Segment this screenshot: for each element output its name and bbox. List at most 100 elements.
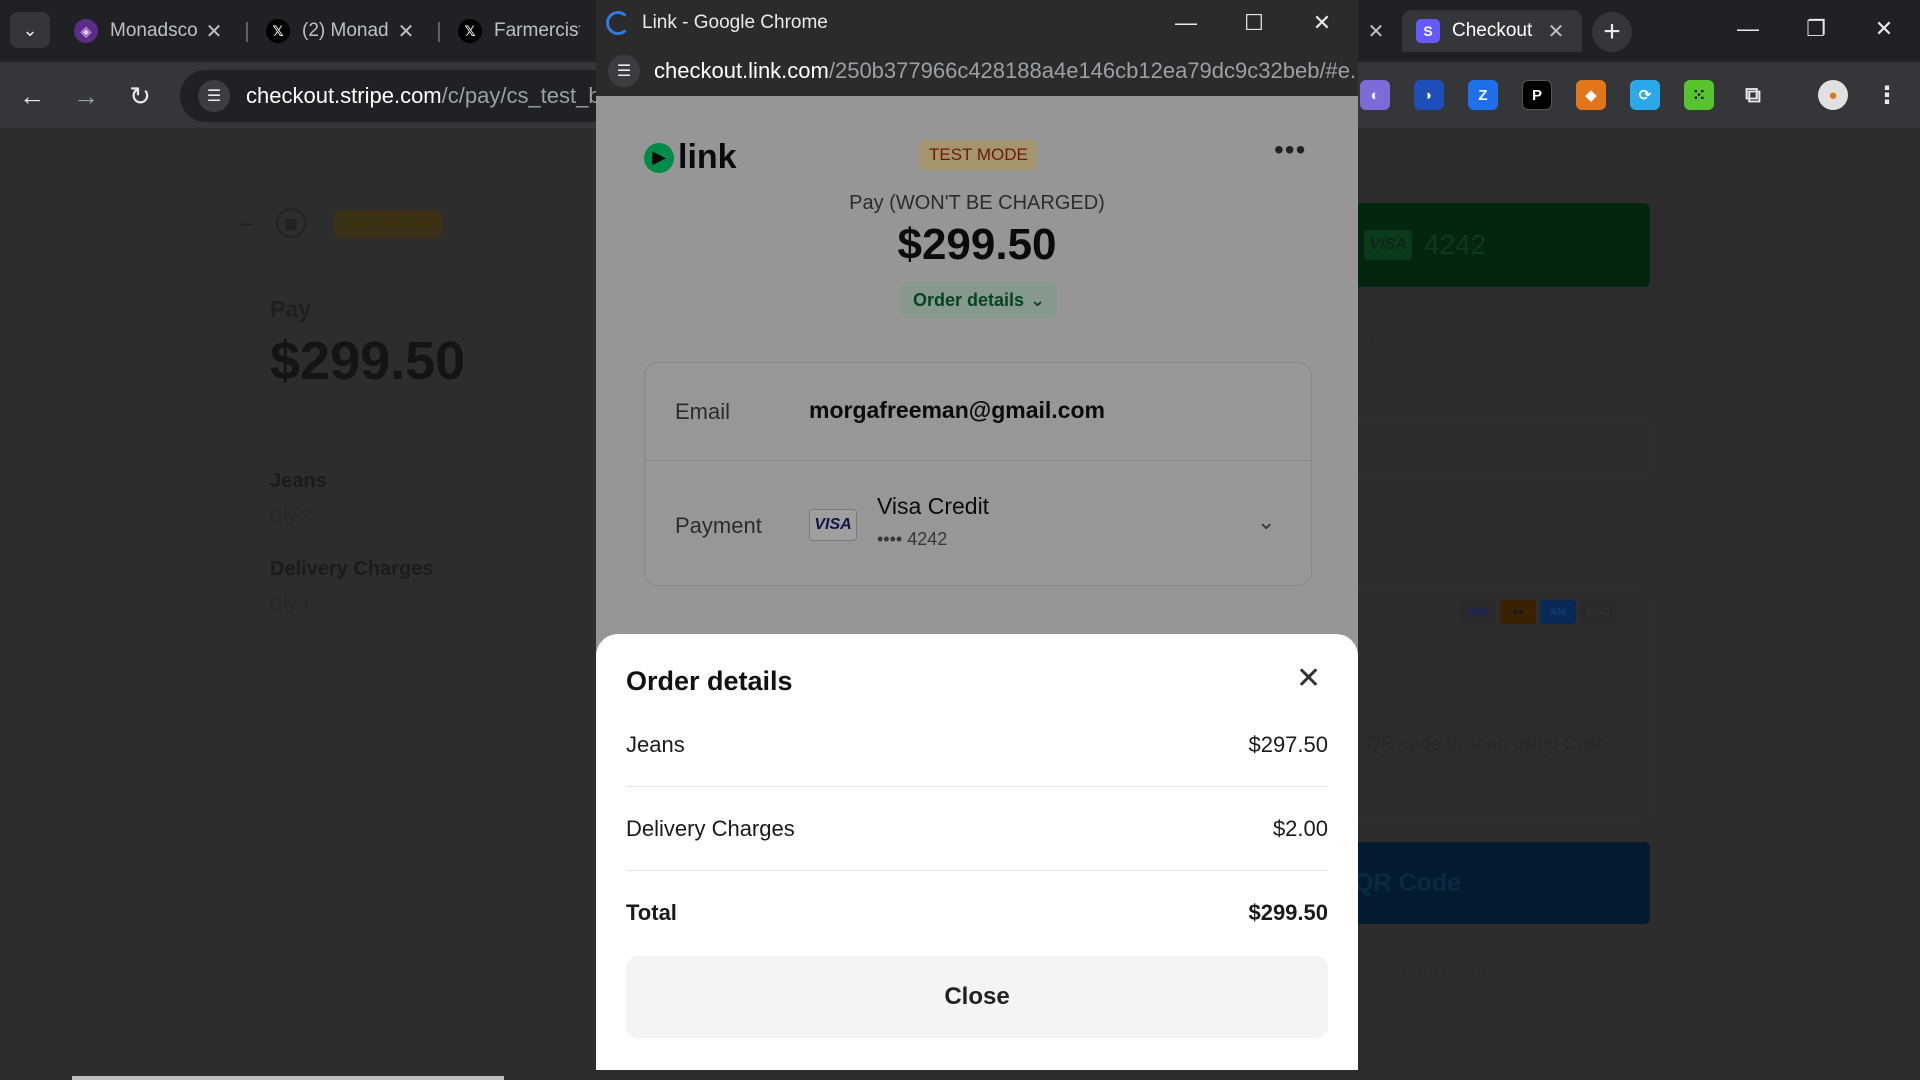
- monad-icon: ◈: [74, 19, 98, 43]
- pay-label: Pay: [270, 296, 311, 322]
- link-pay-button[interactable]: VISA 4242: [1310, 203, 1650, 287]
- popup-window-title: Link - Google Chrome: [642, 12, 828, 33]
- minimize-button[interactable]: —: [1714, 0, 1782, 58]
- profile-avatar[interactable]: ●: [1818, 80, 1848, 110]
- popup-maximize-button[interactable]: ☐: [1220, 0, 1288, 46]
- metamask-fox-icon[interactable]: ◆: [1576, 80, 1606, 110]
- address-path: /c/pay/cs_test_b1e: [441, 83, 620, 108]
- line-item-name: Delivery Charges: [270, 558, 434, 580]
- arrow-left-icon: ←: [19, 80, 45, 111]
- close-icon[interactable]: ✕: [1296, 664, 1321, 694]
- divider: [626, 786, 1328, 787]
- arrow-right-icon: →: [73, 80, 99, 111]
- link-card-last4: 4242: [1424, 229, 1487, 260]
- tab-monad-x[interactable]: 𝕏 (2) Monad ✕: [252, 10, 432, 52]
- tab-title: Farmercist: [494, 20, 580, 41]
- tab-separator: [246, 22, 248, 42]
- visa-logo: VISA: [1364, 230, 1412, 260]
- discover-logo: DISC: [1580, 600, 1616, 624]
- payment-method-card[interactable]: [1310, 590, 1650, 820]
- item-price: $297.50: [1248, 732, 1328, 757]
- close-tab-icon[interactable]: ✕: [1544, 19, 1568, 44]
- tab-title: (2) Monad: [302, 20, 389, 41]
- tab-hidden-close[interactable]: ✕: [1356, 10, 1396, 52]
- order-line-item: Jeans $297.50: [626, 732, 1328, 758]
- item-name: Delivery Charges: [626, 816, 795, 841]
- qr-code-button[interactable]: QR Code: [1310, 842, 1650, 924]
- reload-icon: ↻: [129, 80, 151, 111]
- reload-button[interactable]: ↻: [120, 76, 160, 116]
- back-button[interactable]: ←: [12, 76, 52, 116]
- horizontal-scrollbar[interactable]: [72, 1076, 504, 1080]
- site-info-icon[interactable]: ☰: [608, 55, 640, 87]
- order-total-row: Total $299.50: [626, 900, 1328, 926]
- close-tab-icon[interactable]: ✕: [394, 19, 418, 44]
- stripe-icon: S: [1416, 19, 1440, 43]
- close-window-button[interactable]: ✕: [1850, 0, 1918, 58]
- popup-url-domain: checkout.link.com: [654, 58, 829, 83]
- total-label: Total: [626, 900, 677, 925]
- order-details-title: Order details: [626, 666, 793, 696]
- test-mode-badge: TEST MODE: [334, 210, 444, 238]
- line-item-name: Jeans: [270, 470, 327, 492]
- amex-logo: AM: [1540, 600, 1576, 624]
- tab-title: Monadsco: [110, 20, 198, 41]
- or-divider: Or: [1355, 326, 1375, 346]
- tab-search-button[interactable]: ⌄: [10, 12, 50, 48]
- restore-button[interactable]: ❐: [1782, 0, 1850, 58]
- tab-title: Checkout: [1452, 20, 1533, 41]
- tab-checkout[interactable]: S Checkout ✕: [1402, 10, 1582, 52]
- restore-icon: ❐: [1806, 16, 1826, 41]
- terms-link[interactable]: Terms: [1400, 962, 1446, 982]
- new-tab-button[interactable]: +: [1592, 12, 1632, 52]
- tab-farmercist[interactable]: 𝕏 Farmercist: [444, 10, 594, 52]
- divider: [626, 870, 1328, 871]
- order-line-item: Delivery Charges $2.00: [626, 816, 1328, 842]
- card-brand-logos: VISA ●● AM DISC: [1460, 600, 1616, 624]
- mastercard-logo: ●●: [1500, 600, 1536, 624]
- back-arrow-icon[interactable]: ←: [236, 208, 258, 234]
- menu-kebab-icon[interactable]: ⋮: [1872, 80, 1902, 110]
- x-logo-icon: 𝕏: [266, 19, 290, 43]
- dice-extension-icon[interactable]: ⁙: [1684, 80, 1714, 110]
- x-logo-icon: 𝕏: [458, 19, 482, 43]
- popup-close-button[interactable]: ✕: [1288, 0, 1356, 46]
- close-tab-icon[interactable]: ✕: [1364, 19, 1388, 44]
- site-info-icon[interactable]: ☰: [198, 80, 230, 112]
- address-bar[interactable]: ☰ checkout.stripe.com/c/pay/cs_test_b1e: [180, 70, 620, 122]
- close-tab-icon[interactable]: ✕: [202, 19, 226, 44]
- email-field[interactable]: [1310, 420, 1650, 476]
- puzzle-extensions-icon[interactable]: ⧉: [1738, 80, 1768, 110]
- maximize-icon: ☐: [1244, 10, 1264, 35]
- popup-address-bar[interactable]: ☰ checkout.link.com/250b377966c428188a4e…: [596, 46, 1358, 96]
- close-icon: ✕: [1312, 10, 1332, 35]
- chevron-down-icon: ⌄: [22, 19, 38, 40]
- privacy-link[interactable]: Privacy: [1470, 962, 1526, 982]
- dolphin-extension-icon[interactable]: ◗: [1414, 80, 1444, 110]
- tab-monadsco[interactable]: ◈ Monadsco ✕: [60, 10, 240, 52]
- minimize-icon: —: [1175, 10, 1197, 35]
- store-icon: ▦: [276, 208, 306, 238]
- line-item-qty: Qty 1: [270, 594, 311, 613]
- close-icon: ✕: [1874, 16, 1894, 41]
- forward-button[interactable]: →: [66, 76, 106, 116]
- line-item-qty: Qty 2: [270, 506, 311, 525]
- popup-minimize-button[interactable]: —: [1152, 0, 1220, 46]
- close-button[interactable]: Close: [626, 956, 1328, 1038]
- order-details-sheet: Order details ✕ Jeans $297.50 Delivery C…: [596, 634, 1358, 1070]
- loading-spinner-icon: [606, 11, 630, 35]
- p-extension-icon[interactable]: P: [1522, 80, 1552, 110]
- qr-description: QR code to scan using Cash: [1366, 734, 1608, 755]
- z-extension-icon[interactable]: Z: [1468, 80, 1498, 110]
- refresh-extension-icon[interactable]: ⟳: [1630, 80, 1660, 110]
- plus-icon: +: [1603, 15, 1621, 48]
- address-domain: checkout.stripe.com: [246, 83, 442, 108]
- ghost-extension-icon[interactable]: ◐: [1360, 80, 1390, 110]
- pay-amount: $299.50: [270, 331, 466, 391]
- popup-url-path: /250b377966c428188a4e146cb12ea79dc9c32be…: [828, 58, 1358, 83]
- item-name: Jeans: [626, 732, 685, 757]
- item-price: $2.00: [1272, 816, 1328, 841]
- total-value: $299.50: [1248, 900, 1328, 925]
- minimize-icon: —: [1737, 16, 1759, 41]
- tab-separator: [438, 22, 440, 42]
